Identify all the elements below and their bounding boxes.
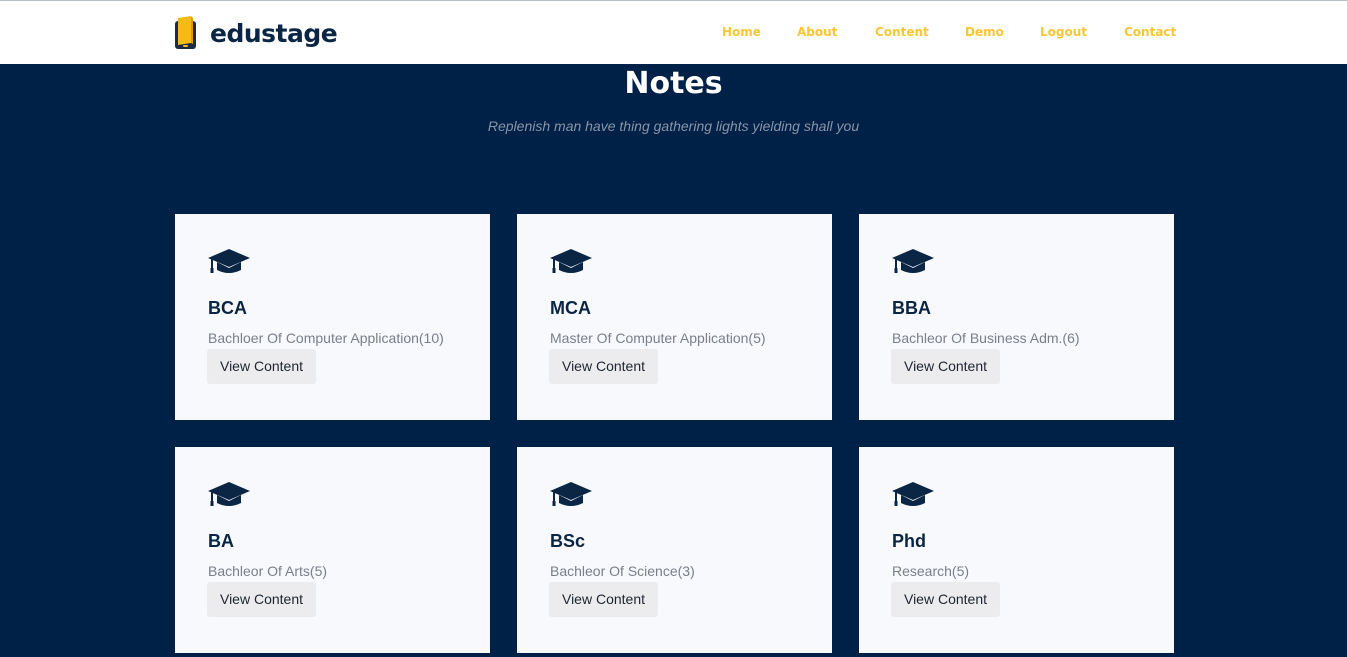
graduation-cap-icon bbox=[550, 482, 592, 506]
nav-demo[interactable]: Demo bbox=[965, 25, 1004, 39]
view-content-button[interactable]: View Content bbox=[549, 582, 658, 617]
course-card-bba: BBA Bachleor Of Business Adm.(6) View Co… bbox=[859, 214, 1174, 420]
book-logo-icon bbox=[175, 16, 196, 49]
course-description: Bachleor Of Science(3) bbox=[550, 563, 695, 579]
course-card-bca: BCA Bachloer Of Computer Application(10)… bbox=[175, 214, 490, 420]
brand-logo[interactable]: edustage bbox=[174, 16, 338, 50]
course-description: Bachleor Of Business Adm.(6) bbox=[892, 330, 1080, 346]
course-description: Bachleor Of Arts(5) bbox=[208, 563, 328, 579]
course-title: BSc bbox=[550, 531, 586, 551]
graduation-cap-icon bbox=[208, 249, 250, 273]
nav-about[interactable]: About bbox=[797, 25, 837, 39]
course-description: Master Of Computer Application(5) bbox=[550, 330, 766, 346]
nav-content[interactable]: Content bbox=[875, 25, 929, 39]
view-content-button[interactable]: View Content bbox=[891, 349, 1000, 384]
page-title: Notes bbox=[624, 66, 723, 101]
nav-home[interactable]: Home bbox=[722, 25, 761, 39]
course-card-bsc: BSc Bachleor Of Science(3) View Content bbox=[517, 447, 832, 653]
view-content-button[interactable]: View Content bbox=[549, 349, 658, 384]
page-subtitle: Replenish man have thing gathering light… bbox=[487, 118, 860, 134]
graduation-cap-icon bbox=[892, 482, 934, 506]
nav-contact[interactable]: Contact bbox=[1124, 25, 1176, 39]
nav-logout[interactable]: Logout bbox=[1040, 25, 1087, 39]
course-title: BBA bbox=[892, 298, 931, 318]
graduation-cap-icon bbox=[208, 482, 250, 506]
view-content-button[interactable]: View Content bbox=[207, 349, 316, 384]
course-card-mca: MCA Master Of Computer Application(5) Vi… bbox=[517, 214, 832, 420]
brand-name: edustage bbox=[210, 18, 338, 48]
graduation-cap-icon bbox=[892, 249, 934, 273]
course-title: BCA bbox=[208, 298, 247, 318]
course-title: BA bbox=[208, 531, 234, 551]
view-content-button[interactable]: View Content bbox=[207, 582, 316, 617]
course-card-ba: BA Bachleor Of Arts(5) View Content bbox=[175, 447, 490, 653]
course-description: Research(5) bbox=[892, 563, 970, 579]
graduation-cap-icon bbox=[550, 249, 592, 273]
course-card-phd: Phd Research(5) View Content bbox=[859, 447, 1174, 653]
course-title: Phd bbox=[892, 531, 926, 551]
course-title: MCA bbox=[550, 298, 591, 318]
view-content-button[interactable]: View Content bbox=[891, 582, 1000, 617]
navbar: edustage Home About Content Demo Logout … bbox=[0, 1, 1347, 64]
course-description: Bachloer Of Computer Application(10) bbox=[208, 330, 444, 346]
